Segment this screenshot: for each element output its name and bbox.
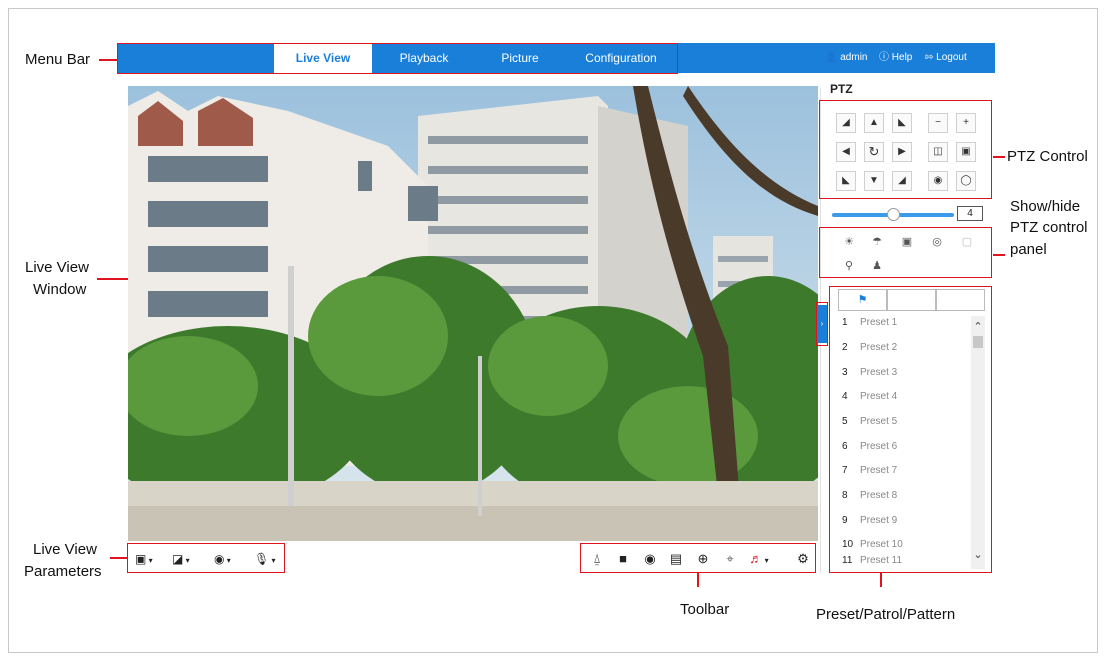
menu-bar-leader (99, 59, 117, 61)
toolbar-highlight (580, 543, 816, 573)
logout-label: Logout (936, 52, 967, 63)
ptz-speed-value: 4 (957, 206, 983, 221)
live-view-params-highlight (127, 543, 285, 573)
label-live-view-window-line1: Live View (25, 259, 89, 276)
show-hide-leader (993, 254, 1005, 256)
label-live-view-window-line2: Window (33, 281, 87, 298)
user-name: admin (840, 52, 868, 63)
preset-panel-highlight (829, 286, 992, 573)
logout-icon: ⇰ (925, 52, 934, 63)
menu-bar-highlight (117, 43, 678, 74)
label-show-hide-line1: Show/hide (1010, 198, 1081, 215)
camera-feed-image (128, 86, 818, 541)
label-live-view-params-line1: Live View (33, 541, 97, 558)
ptz-control-leader (993, 156, 1005, 158)
toolbar-leader (697, 573, 699, 587)
user-menu[interactable]: 👤 admin (825, 43, 867, 73)
label-preset-patrol-pattern: Preset/Patrol/Pattern (816, 606, 956, 623)
help-link[interactable]: ⓘ Help (879, 43, 912, 73)
ptz-title: PTZ (830, 82, 853, 96)
label-show-hide-line3: panel (1010, 241, 1047, 258)
live-view-window[interactable] (128, 86, 818, 541)
live-view-window-leader (97, 278, 128, 280)
label-toolbar: Toolbar (680, 601, 730, 618)
label-live-view-params-line2: Parameters (24, 563, 102, 580)
preset-panel-leader (880, 573, 882, 587)
toggle-highlight (816, 302, 828, 346)
label-menu-bar: Menu Bar (25, 51, 91, 68)
label-ptz-control: PTZ Control (1007, 148, 1088, 165)
help-icon: ⓘ (879, 52, 889, 63)
ptz-control-highlight (819, 100, 992, 199)
user-icon: 👤 (825, 52, 838, 63)
show-hide-highlight (819, 227, 992, 278)
ptz-speed-slider-knob[interactable] (887, 208, 900, 221)
label-show-hide-line2: PTZ control (1010, 219, 1088, 236)
logout-link[interactable]: ⇰ Logout (925, 43, 967, 73)
live-view-params-leader (110, 557, 127, 559)
help-label: Help (891, 52, 913, 63)
